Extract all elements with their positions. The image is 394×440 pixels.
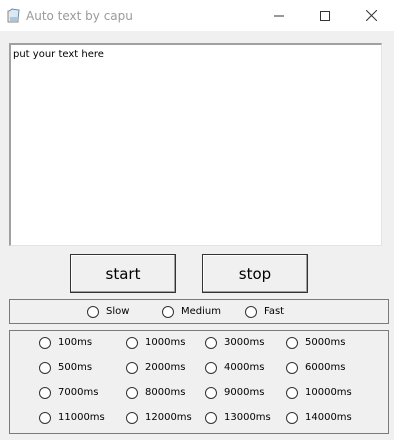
radio-label: 500ms	[58, 362, 93, 373]
radio-circle[interactable]	[39, 387, 51, 399]
radio-label: 4000ms	[224, 362, 265, 373]
radio-label: 1000ms	[145, 337, 186, 348]
close-button[interactable]	[348, 0, 394, 31]
radio-label: 13000ms	[224, 412, 271, 423]
speed-radio-medium[interactable]: Medium	[162, 306, 221, 318]
minimize-icon	[274, 15, 284, 16]
minimize-button[interactable]	[256, 0, 302, 31]
delay-radio-500ms[interactable]: 500ms	[39, 362, 92, 374]
speed-radio-slow[interactable]: Slow	[87, 306, 129, 318]
delay-radio-4000ms[interactable]: 4000ms	[205, 362, 264, 374]
radio-circle[interactable]	[126, 412, 138, 424]
radio-circle[interactable]	[286, 412, 298, 424]
delay-radio-9000ms[interactable]: 9000ms	[205, 387, 264, 399]
radio-label: 9000ms	[224, 387, 265, 398]
delay-radio-6000ms[interactable]: 6000ms	[286, 362, 345, 374]
radio-label: Slow	[106, 306, 130, 317]
radio-label: 5000ms	[305, 337, 346, 348]
maximize-button[interactable]	[302, 0, 348, 31]
radio-circle[interactable]	[205, 337, 217, 349]
radio-label: 100ms	[58, 337, 93, 348]
title-bar[interactable]: Auto text by capu	[0, 0, 394, 31]
radio-circle[interactable]	[286, 387, 298, 399]
delay-radio-13000ms[interactable]: 13000ms	[205, 412, 271, 424]
radio-label: 11000ms	[58, 412, 105, 423]
radio-label: Medium	[181, 306, 221, 317]
speed-group: Slow Medium Fast	[9, 299, 389, 324]
delay-radio-11000ms[interactable]: 11000ms	[39, 412, 105, 424]
radio-label: 10000ms	[305, 387, 352, 398]
radio-circle[interactable]	[245, 306, 257, 318]
radio-circle[interactable]	[205, 387, 217, 399]
app-icon	[6, 8, 22, 24]
delay-radio-100ms[interactable]: 100ms	[39, 337, 92, 349]
delay-radio-2000ms[interactable]: 2000ms	[126, 362, 185, 374]
radio-label: 14000ms	[305, 412, 352, 423]
radio-circle[interactable]	[205, 412, 217, 424]
radio-label: 7000ms	[58, 387, 99, 398]
close-icon	[365, 10, 377, 21]
window-title: Auto text by capu	[26, 9, 133, 23]
delay-radio-10000ms[interactable]: 10000ms	[286, 387, 352, 399]
delay-radio-1000ms[interactable]: 1000ms	[126, 337, 185, 349]
radio-circle[interactable]	[126, 387, 138, 399]
radio-label: Fast	[264, 306, 285, 317]
delay-radio-3000ms[interactable]: 3000ms	[205, 337, 264, 349]
delay-radio-8000ms[interactable]: 8000ms	[126, 387, 185, 399]
speed-radio-fast[interactable]: Fast	[245, 306, 284, 318]
radio-circle[interactable]	[87, 306, 99, 318]
delay-group: 100ms 1000ms 3000ms 5000ms 500ms 2000ms …	[9, 330, 389, 434]
radio-label: 2000ms	[145, 362, 186, 373]
maximize-icon	[320, 10, 330, 21]
delay-radio-12000ms[interactable]: 12000ms	[126, 412, 192, 424]
delay-radio-14000ms[interactable]: 14000ms	[286, 412, 352, 424]
radio-circle[interactable]	[286, 337, 298, 349]
start-button[interactable]: start	[70, 254, 176, 293]
radio-circle[interactable]	[39, 337, 51, 349]
delay-radio-5000ms[interactable]: 5000ms	[286, 337, 345, 349]
text-input-area[interactable]: put your text here	[9, 43, 382, 246]
radio-label: 12000ms	[145, 412, 192, 423]
radio-circle[interactable]	[39, 412, 51, 424]
radio-label: 6000ms	[305, 362, 346, 373]
radio-circle[interactable]	[126, 362, 138, 374]
delay-radio-7000ms[interactable]: 7000ms	[39, 387, 98, 399]
radio-label: 3000ms	[224, 337, 265, 348]
radio-circle[interactable]	[126, 337, 138, 349]
stop-button[interactable]: stop	[202, 254, 308, 293]
radio-circle[interactable]	[286, 362, 298, 374]
radio-circle[interactable]	[205, 362, 217, 374]
radio-circle[interactable]	[162, 306, 174, 318]
radio-circle[interactable]	[39, 362, 51, 374]
radio-label: 8000ms	[145, 387, 186, 398]
